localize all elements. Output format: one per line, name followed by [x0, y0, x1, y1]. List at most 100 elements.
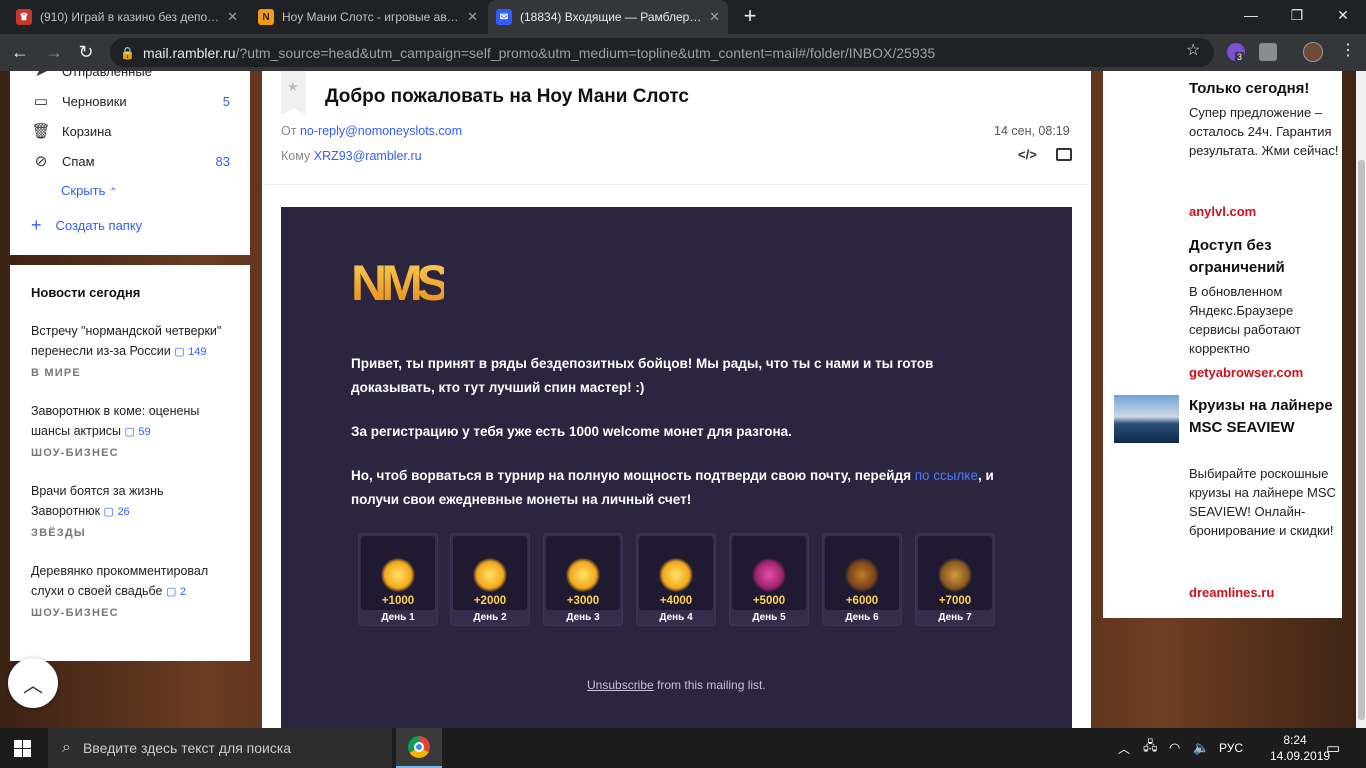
taskbar-search-box[interactable]: ⌕ Введите здесь текст для поиска — [48, 728, 392, 768]
draft-icon: ▭ — [33, 93, 49, 110]
bonus-amount: +6000 — [845, 595, 879, 607]
browser-toolbar: ← → ↻ 🔒 mail.rambler.ru /?utm_source=hea… — [0, 34, 1366, 71]
folder-spam[interactable]: ⊘ Спам 83 — [10, 146, 250, 176]
day-bonus-card: +3000 День 3 — [543, 533, 623, 626]
news-category[interactable]: ШОУ-БИЗНЕС — [31, 607, 119, 619]
news-category[interactable]: ШОУ-БИЗНЕС — [31, 447, 119, 459]
close-tab-icon[interactable]: ✕ — [467, 9, 478, 25]
news-item[interactable]: Деревянко прокомментировал слухи о своей… — [31, 561, 231, 602]
folder-drafts[interactable]: ▭ Черновики 5 — [10, 86, 250, 116]
notifications-icon[interactable]: ▭ — [1326, 728, 1340, 768]
confirm-link[interactable]: по ссылке — [915, 468, 978, 483]
browser-tab-strip: ♛ (910) Играй в казино без депозита ✕ N … — [0, 0, 1366, 34]
email-paragraph: За регистрацию у тебя уже есть 1000 welc… — [351, 424, 792, 439]
news-category[interactable]: ЗВЁЗДЫ — [31, 527, 86, 539]
tray-chevron-icon[interactable]: ︿ — [1118, 728, 1130, 768]
day-label: День 6 — [845, 612, 879, 623]
email-from-row: От no-reply@nomoneyslots.com — [281, 124, 462, 138]
reload-icon[interactable]: ↻ — [72, 38, 100, 66]
language-indicator[interactable]: РУС — [1219, 728, 1243, 768]
email-date: 14 сен, 08:19 — [994, 124, 1070, 138]
day-label: День 5 — [752, 612, 786, 623]
close-window-icon[interactable]: ✕ — [1320, 0, 1366, 30]
comment-icon: ▢ — [124, 426, 135, 438]
tab-rambler-inbox[interactable]: ✉ (18834) Входящие — Рамблер/почта ✕ — [488, 0, 728, 34]
ad-link[interactable]: dreamlines.ru — [1189, 585, 1274, 600]
network-icon[interactable]: 🖧 — [1143, 728, 1158, 768]
folder-trash[interactable]: 🗑 Корзина — [10, 116, 250, 146]
ad-text: Супер предложение – осталось 24ч. Гарант… — [1189, 105, 1339, 158]
maximize-icon[interactable]: ❐ — [1274, 0, 1320, 30]
close-tab-icon[interactable]: ✕ — [227, 9, 238, 25]
clock[interactable]: 8:24 14.09.2019 — [1270, 732, 1330, 764]
code-icon[interactable]: </> — [1018, 147, 1037, 162]
bookmark-star-icon[interactable]: ☆ — [1186, 40, 1200, 60]
news-item[interactable]: Врачи боятся за жизнь Заворотнюк ▢ 26 — [31, 481, 231, 522]
bonus-amount: +5000 — [752, 595, 786, 607]
day-label: День 3 — [566, 612, 600, 623]
profile-avatar[interactable] — [1303, 42, 1323, 62]
comment-count: 59 — [138, 426, 151, 438]
search-icon: ⌕ — [62, 739, 71, 756]
ad-link[interactable]: getyabrowser.com — [1189, 365, 1303, 380]
chrome-taskbar-button[interactable] — [396, 728, 442, 768]
extension-icon[interactable] — [1259, 43, 1277, 61]
from-address[interactable]: no-reply@nomoneyslots.com — [300, 124, 462, 138]
windows-taskbar: ⌕ Введите здесь текст для поиска ︿ 🖧 ◠ 🔈… — [0, 728, 1366, 768]
day-bonus-card: +4000 День 4 — [636, 533, 716, 626]
forward-arrow-icon[interactable]: → — [40, 38, 68, 66]
ad-title[interactable]: Только сегодня! — [1189, 78, 1339, 100]
star-icon[interactable]: ★ — [287, 79, 299, 95]
day-bonus-card: +6000 День 6 — [822, 533, 902, 626]
chevron-up-icon: ︿ — [23, 674, 43, 697]
scrollbar-thumb[interactable] — [1358, 160, 1365, 720]
ad-title[interactable]: Доступ без ограничений — [1189, 235, 1339, 279]
extension-icon[interactable]: 3 — [1227, 43, 1245, 62]
collapse-folders-link[interactable]: Скрыть ⌃ — [61, 183, 117, 198]
to-address[interactable]: XRZ93@rambler.ru — [314, 149, 422, 163]
bonus-amount: +4000 — [659, 595, 693, 607]
chrome-center — [414, 742, 424, 752]
cruise-ship-image[interactable] — [1114, 395, 1179, 443]
folder-count: 83 — [215, 153, 230, 169]
ad-title[interactable]: Круизы на лайнере MSC SEAVIEW — [1189, 395, 1339, 439]
bonus-amount: +1000 — [381, 595, 415, 607]
bonus-amount: +3000 — [566, 595, 600, 607]
volume-icon[interactable]: 🔈 — [1193, 728, 1209, 768]
wifi-icon[interactable]: ◠ — [1169, 728, 1180, 768]
scroll-to-top-button[interactable]: ︿ — [8, 658, 58, 708]
url-host: mail.rambler.ru — [142, 44, 236, 61]
new-tab-button[interactable]: + — [736, 2, 764, 30]
day-bonus-card: +7000 День 7 — [915, 533, 995, 626]
comment-icon: ▢ — [166, 586, 177, 598]
close-tab-icon[interactable]: ✕ — [709, 9, 720, 25]
create-folder-button[interactable]: + Создать папку — [31, 215, 142, 235]
day-label: День 2 — [473, 612, 507, 623]
tab-nomoneyslots[interactable]: N Ноу Мани Слотс - игровые автоматы ✕ — [250, 0, 486, 34]
news-item[interactable]: Заворотнюк в коме: оценены шансы актрисы… — [31, 401, 231, 442]
folder-label: Корзина — [62, 123, 112, 139]
print-icon[interactable] — [1056, 148, 1072, 161]
ad-link[interactable]: anylvl.com — [1189, 204, 1256, 219]
address-bar[interactable]: 🔒 mail.rambler.ru /?utm_source=head&utm_… — [110, 38, 1214, 67]
confirm-text: Но, чтоб ворваться в турнир на полную мо… — [351, 468, 915, 483]
nms-logo: NMS — [351, 255, 450, 311]
search-placeholder: Введите здесь текст для поиска — [82, 740, 292, 756]
windows-start-icon[interactable] — [14, 740, 31, 757]
plus-icon: + — [31, 215, 42, 235]
news-item[interactable]: Встречу "нормандской четверки" перенесли… — [31, 321, 231, 362]
back-arrow-icon[interactable]: ← — [6, 38, 34, 66]
coin-glow — [659, 558, 693, 592]
email-subject: Добро пожаловать на Ноу Мани Слотс — [325, 86, 689, 107]
chevron-up-icon: ⌃ — [109, 187, 118, 198]
mail-favicon-icon: ✉ — [496, 9, 512, 25]
tab-casino[interactable]: ♛ (910) Играй в казино без депозита ✕ — [8, 0, 246, 34]
menu-dots-icon[interactable]: ⋮ — [1340, 40, 1356, 60]
tab-title: Ноу Мани Слотс - игровые автоматы — [282, 10, 461, 24]
minimize-icon[interactable]: — — [1228, 0, 1274, 30]
coin-glow — [566, 558, 600, 592]
coin-glow — [381, 558, 415, 592]
news-category[interactable]: В МИРЕ — [31, 367, 81, 379]
bonus-amount: +2000 — [473, 595, 507, 607]
unsubscribe-link[interactable]: Unsubscribe — [587, 678, 654, 692]
